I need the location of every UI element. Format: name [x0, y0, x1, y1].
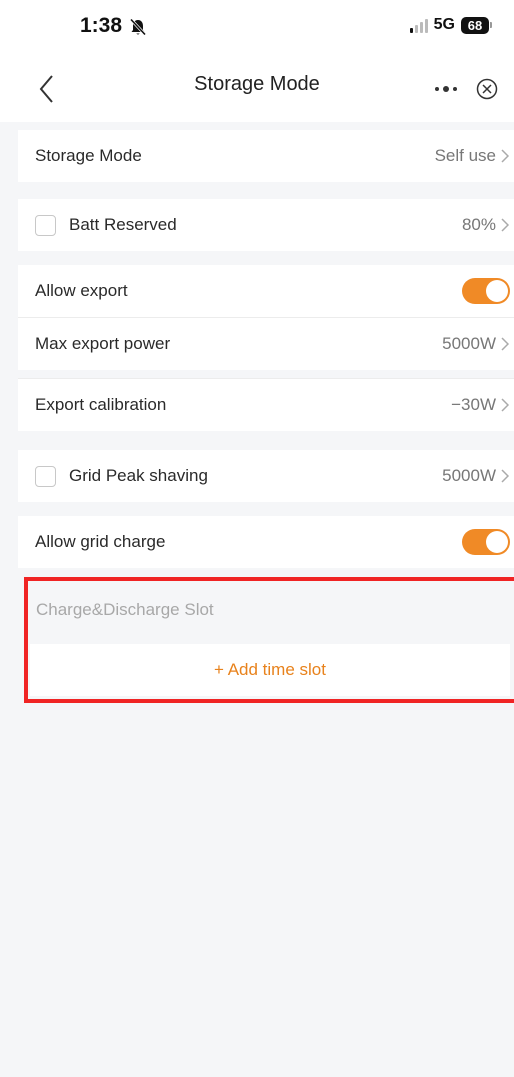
chevron-right-icon [501, 337, 510, 351]
status-time: 1:38 [80, 14, 123, 37]
grid-peak-shaving-label: Grid Peak shaving [69, 466, 208, 485]
export-calibration-label: Export calibration [35, 395, 167, 414]
max-export-power-value: 5000W [442, 334, 496, 353]
add-time-slot-button[interactable]: + Add time slot [30, 644, 510, 696]
batt-reserved-row[interactable]: Batt Reserved 80% [18, 199, 514, 251]
batt-reserved-label: Batt Reserved [69, 215, 177, 234]
chevron-right-icon [501, 398, 510, 412]
allow-grid-charge-toggle[interactable] [462, 529, 510, 555]
close-circle-icon[interactable] [475, 77, 499, 101]
slot-section-header: Charge&Discharge Slot [36, 600, 214, 619]
signal-icon [409, 18, 428, 33]
battery-level: 68 [461, 16, 489, 34]
allow-grid-charge-label: Allow grid charge [35, 532, 166, 551]
allow-grid-charge-row: Allow grid charge [18, 516, 514, 568]
grid-peak-shaving-value: 5000W [442, 466, 496, 485]
batt-reserved-checkbox[interactable] [35, 214, 56, 236]
grid-peak-shaving-row[interactable]: Grid Peak shaving 5000W [18, 450, 514, 502]
bell-muted-icon [129, 18, 147, 36]
allow-export-label: Allow export [35, 281, 128, 300]
storage-mode-label: Storage Mode [35, 146, 142, 165]
battery-icon: 68 [461, 16, 492, 34]
allow-export-row: Allow export [18, 265, 514, 317]
batt-reserved-value: 80% [461, 215, 496, 234]
export-calibration-value: −30W [451, 395, 496, 414]
more-dots-icon[interactable] [433, 84, 459, 94]
max-export-power-label: Max export power [35, 334, 171, 353]
chevron-right-icon [501, 218, 510, 232]
storage-mode-value: Self use [434, 146, 496, 165]
allow-export-toggle[interactable] [462, 278, 510, 304]
chevron-right-icon [501, 149, 510, 163]
chevron-right-icon [501, 469, 510, 483]
status-bar: 1:38 5G 68 [0, 0, 514, 60]
network-type: 5G [433, 16, 455, 33]
nav-bar: Storage Mode [0, 60, 514, 122]
max-export-power-row[interactable]: Max export power 5000W [18, 318, 514, 370]
export-calibration-row[interactable]: Export calibration −30W [18, 379, 514, 431]
status-indicators: 5G 68 [409, 16, 492, 34]
storage-mode-row[interactable]: Storage Mode Self use [18, 130, 514, 182]
grid-peak-shaving-checkbox[interactable] [35, 465, 56, 487]
